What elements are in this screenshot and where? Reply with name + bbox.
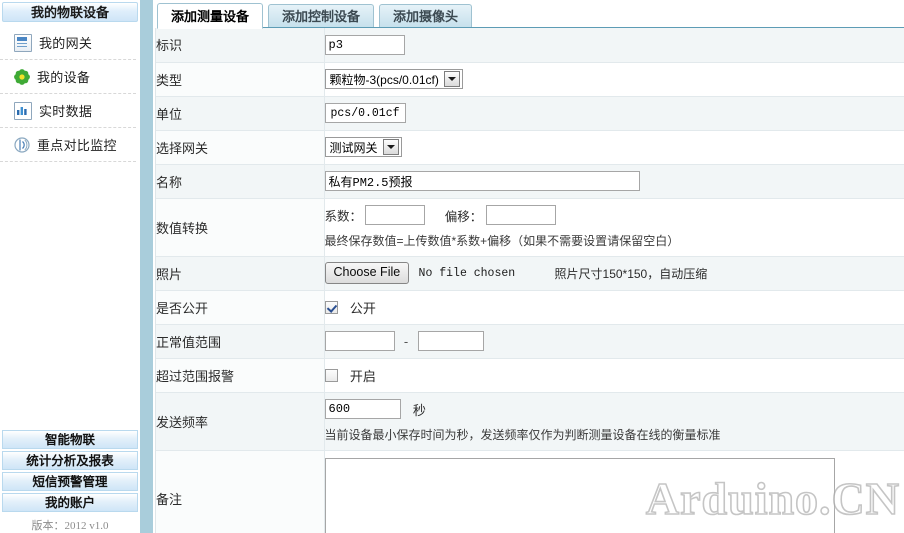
- sidebar-item-label: 重点对比监控: [37, 138, 117, 153]
- sidebar-module-buttons: 智能物联 统计分析及报表 短信预警管理 我的账户 版本：2012 v1.0: [2, 430, 138, 533]
- form-row-send-frequency: 发送频率 秒 当前设备最小保存时间为秒，发送频率仅作为判断测量设备在线的衡量标准: [156, 392, 904, 451]
- form-row-unit: 单位 pcs/0.01cf: [156, 96, 904, 131]
- offset-input[interactable]: [485, 205, 556, 225]
- send-frequency-input[interactable]: [324, 399, 401, 419]
- sidebar: 我的物联设备 我的网关 我的设备 实时数据 重点对比监控 智能物联 统计分析及报…: [0, 0, 140, 533]
- field-identifier: [324, 28, 904, 63]
- field-unit: pcs/0.01cf: [324, 96, 904, 131]
- label-type: 类型: [156, 62, 325, 97]
- flower-icon: [14, 68, 30, 85]
- tab-add-measurement-device[interactable]: 添加测量设备: [157, 3, 264, 29]
- wave-icon: [14, 136, 30, 153]
- identifier-input[interactable]: [324, 34, 405, 55]
- form-row-remark: 备注: [156, 450, 904, 533]
- sidebar-button-smart-iot[interactable]: 智能物联: [2, 430, 138, 449]
- normal-range-min-input[interactable]: [324, 331, 395, 351]
- form-row-is-public: 是否公开 公开: [156, 290, 904, 325]
- field-alarm: 开启: [324, 358, 904, 393]
- photo-filename: No file chosen: [418, 266, 516, 280]
- sidebar-button-statistics[interactable]: 统计分析及报表: [2, 451, 138, 470]
- sidebar-item-my-gateway[interactable]: 我的网关: [0, 26, 136, 60]
- sidebar-item-label: 我的设备: [37, 70, 91, 85]
- device-form-table: 标识 类型 颗粒物-3(pcs/0.01cf): [156, 28, 904, 533]
- field-is-public: 公开: [324, 290, 904, 325]
- chevron-down-icon[interactable]: [382, 139, 399, 155]
- field-remark: [324, 450, 904, 533]
- label-send-frequency: 发送频率: [156, 392, 325, 451]
- form-row-conversion: 数值转换 系数： 偏移： 最终保存数值=上传数值*系数+偏移（如果不需要设置请保…: [156, 198, 904, 257]
- document-icon: [14, 33, 32, 52]
- sidebar-item-label: 我的网关: [39, 36, 93, 51]
- type-select-value: 颗粒物-3(pcs/0.01cf): [329, 72, 439, 87]
- normal-range-max-input[interactable]: [417, 331, 484, 351]
- send-frequency-hint: 当前设备最小保存时间为秒，发送频率仅作为判断测量设备在线的衡量标准: [324, 428, 721, 442]
- bar-chart-icon: [14, 101, 32, 120]
- version-label: 版本：2012 v1.0: [31, 520, 109, 532]
- label-is-public: 是否公开: [156, 290, 325, 325]
- sidebar-item-my-device[interactable]: 我的设备: [0, 60, 136, 94]
- choose-file-button[interactable]: Choose File: [324, 262, 410, 284]
- sidebar-button-my-account[interactable]: 我的账户: [2, 493, 138, 512]
- form-row-name: 名称: [156, 164, 904, 199]
- form-row-alarm: 超过范围报警 开启: [156, 358, 904, 393]
- tab-add-control-device[interactable]: 添加控制设备: [268, 4, 375, 29]
- alarm-checkbox[interactable]: [324, 368, 338, 382]
- field-gateway: 测试网关: [324, 130, 904, 165]
- field-type: 颗粒物-3(pcs/0.01cf): [324, 62, 904, 97]
- sidebar-header: 我的物联设备: [2, 2, 138, 22]
- form-row-identifier: 标识: [156, 28, 904, 63]
- name-input[interactable]: [324, 171, 640, 191]
- range-separator: -: [403, 333, 409, 349]
- label-identifier: 标识: [156, 28, 325, 63]
- remark-textarea[interactable]: [324, 457, 835, 533]
- send-frequency-unit: 秒: [412, 402, 426, 418]
- field-name: [324, 164, 904, 199]
- tab-add-camera[interactable]: 添加摄像头: [379, 4, 473, 29]
- label-normal-range: 正常值范围: [156, 324, 325, 359]
- label-photo: 照片: [156, 256, 325, 291]
- is-public-checkbox[interactable]: [324, 300, 338, 314]
- field-normal-range: -: [324, 324, 904, 359]
- device-form: 标识 类型 颗粒物-3(pcs/0.01cf): [155, 28, 904, 533]
- sidebar-item-label: 实时数据: [39, 104, 93, 119]
- label-unit: 单位: [156, 96, 325, 131]
- label-conversion: 数值转换: [156, 198, 325, 257]
- label-alarm: 超过范围报警: [156, 358, 325, 393]
- field-conversion: 系数： 偏移： 最终保存数值=上传数值*系数+偏移（如果不需要设置请保留空白）: [324, 198, 904, 257]
- photo-note: 照片尺寸150*150，自动压缩: [554, 266, 708, 281]
- is-public-checkbox-label: 公开: [349, 300, 376, 316]
- form-row-gateway: 选择网关 测试网关: [156, 130, 904, 165]
- gateway-select-value: 测试网关: [329, 140, 378, 155]
- chevron-down-icon[interactable]: [443, 71, 460, 87]
- label-name: 名称: [156, 164, 325, 199]
- sidebar-item-key-comparison-monitor[interactable]: 重点对比监控: [0, 128, 136, 162]
- form-row-type: 类型 颗粒物-3(pcs/0.01cf): [156, 62, 904, 97]
- coefficient-input[interactable]: [365, 205, 426, 225]
- label-remark: 备注: [156, 450, 325, 533]
- offset-label: 偏移：: [444, 209, 483, 224]
- main-content: 添加测量设备 添加控制设备 添加摄像头 标识 类型: [155, 0, 904, 533]
- form-row-normal-range: 正常值范围 -: [156, 324, 904, 359]
- sidebar-divider: [140, 0, 153, 533]
- alarm-checkbox-label: 开启: [349, 368, 376, 384]
- label-gateway: 选择网关: [156, 130, 325, 165]
- gateway-select[interactable]: 测试网关: [324, 137, 402, 157]
- tab-bar: 添加测量设备 添加控制设备 添加摄像头: [155, 0, 904, 29]
- field-send-frequency: 秒 当前设备最小保存时间为秒，发送频率仅作为判断测量设备在线的衡量标准: [324, 392, 904, 451]
- sidebar-item-realtime-data[interactable]: 实时数据: [0, 94, 136, 128]
- type-select[interactable]: 颗粒物-3(pcs/0.01cf): [324, 69, 463, 89]
- sidebar-nav: 我的网关 我的设备 实时数据 重点对比监控: [0, 26, 140, 162]
- field-photo: Choose File No file chosen 照片尺寸150*150，自…: [324, 256, 904, 291]
- app-window: 我的物联设备 我的网关 我的设备 实时数据 重点对比监控 智能物联 统计分析及报…: [0, 0, 904, 533]
- sidebar-button-sms-alert[interactable]: 短信预警管理: [2, 472, 138, 491]
- conversion-hint: 最终保存数值=上传数值*系数+偏移（如果不需要设置请保留空白）: [324, 234, 680, 248]
- unit-value: pcs/0.01cf: [324, 103, 406, 123]
- coefficient-label: 系数：: [324, 209, 363, 224]
- form-row-photo: 照片 Choose File No file chosen 照片尺寸150*15…: [156, 256, 904, 291]
